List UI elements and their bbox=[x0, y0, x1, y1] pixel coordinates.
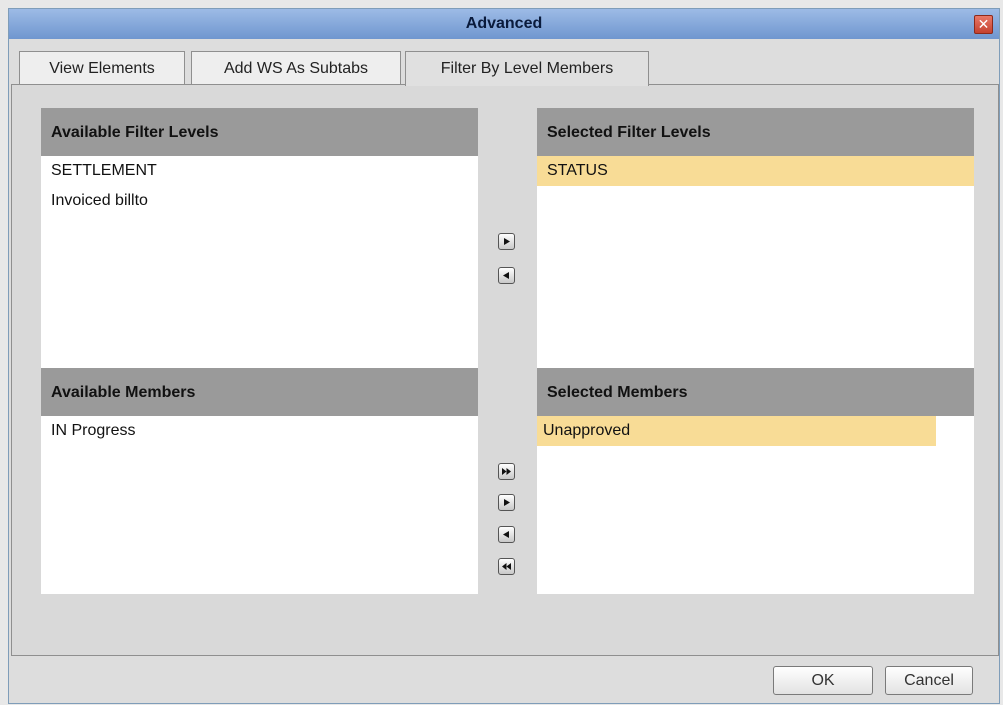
move-all-members-left-button[interactable] bbox=[498, 558, 515, 575]
list-item[interactable]: SETTLEMENT bbox=[41, 156, 478, 186]
available-filter-levels-list[interactable]: Available Filter Levels SETTLEMENT Invoi… bbox=[41, 108, 478, 368]
available-filter-levels-header: Available Filter Levels bbox=[41, 108, 478, 156]
selected-filter-levels-header: Selected Filter Levels bbox=[537, 108, 974, 156]
arrow-right-icon bbox=[504, 238, 510, 245]
tab-bar: View Elements Add WS As Subtabs Filter B… bbox=[9, 51, 999, 86]
selected-members-header: Selected Members bbox=[537, 368, 974, 416]
double-arrow-right-icon bbox=[502, 468, 511, 475]
arrow-left-icon bbox=[503, 272, 509, 279]
available-members-list[interactable]: Available Members IN Progress bbox=[41, 368, 478, 594]
move-member-right-button[interactable] bbox=[498, 494, 515, 511]
available-members-header: Available Members bbox=[41, 368, 478, 416]
dialog-footer: OK Cancel bbox=[9, 657, 999, 705]
list-item[interactable]: STATUS bbox=[537, 156, 974, 186]
tab-add-ws-as-subtabs[interactable]: Add WS As Subtabs bbox=[191, 51, 401, 84]
list-item[interactable]: IN Progress bbox=[41, 416, 478, 446]
selected-filter-levels-list[interactable]: Selected Filter Levels STATUS bbox=[537, 108, 974, 368]
cancel-button[interactable]: Cancel bbox=[885, 666, 973, 695]
move-member-left-button[interactable] bbox=[498, 526, 515, 543]
arrow-left-icon bbox=[503, 531, 509, 538]
selected-members-list[interactable]: Selected Members Unapproved bbox=[537, 368, 974, 594]
dialog-title: Advanced bbox=[465, 15, 543, 32]
ok-button[interactable]: OK bbox=[773, 666, 873, 695]
move-level-left-button[interactable] bbox=[498, 267, 515, 284]
tab-view-elements[interactable]: View Elements bbox=[19, 51, 185, 84]
tab-filter-by-level-members[interactable]: Filter By Level Members bbox=[405, 51, 649, 86]
move-level-right-button[interactable] bbox=[498, 233, 515, 250]
close-icon: ✕ bbox=[977, 16, 990, 32]
close-button[interactable]: ✕ bbox=[974, 15, 993, 34]
list-item[interactable]: Invoiced billto bbox=[41, 186, 478, 216]
list-item[interactable]: Unapproved bbox=[537, 416, 936, 446]
arrow-right-icon bbox=[504, 499, 510, 506]
advanced-dialog: Advanced ✕ View Elements Add WS As Subta… bbox=[8, 8, 1000, 704]
title-bar: Advanced ✕ bbox=[9, 9, 999, 39]
tab-panel-filter-by-level-members: Available Filter Levels SETTLEMENT Invoi… bbox=[11, 84, 999, 656]
double-arrow-left-icon bbox=[502, 563, 511, 570]
move-all-members-right-button[interactable] bbox=[498, 463, 515, 480]
